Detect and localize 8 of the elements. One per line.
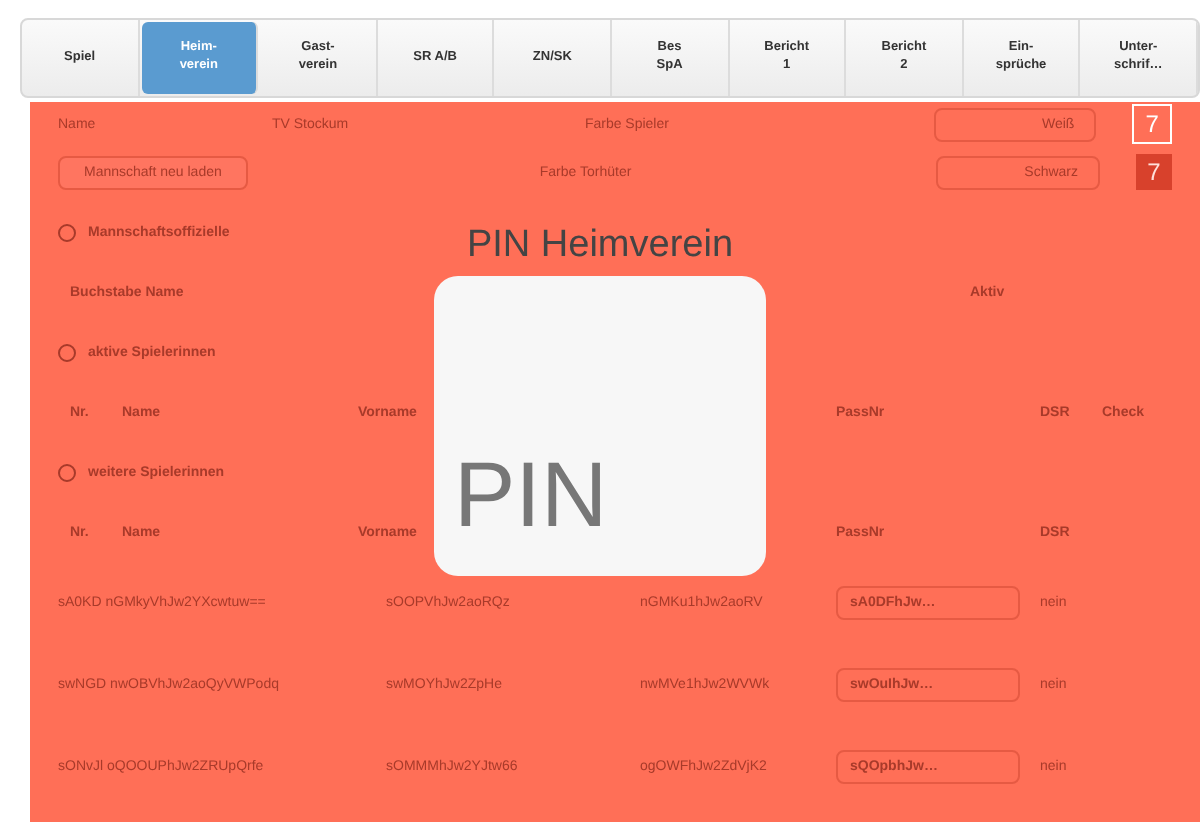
pin-label: PIN [454, 448, 608, 540]
dialog-title: PIN Heimverein [466, 224, 734, 268]
collapse-icon[interactable] [58, 343, 76, 361]
collapse-icon[interactable] [58, 463, 76, 481]
number-box: 7 [1132, 104, 1172, 144]
pin-dialog[interactable]: PIN [434, 276, 766, 576]
collapse-icon[interactable] [58, 223, 76, 241]
number-box: 7 [1136, 154, 1172, 190]
